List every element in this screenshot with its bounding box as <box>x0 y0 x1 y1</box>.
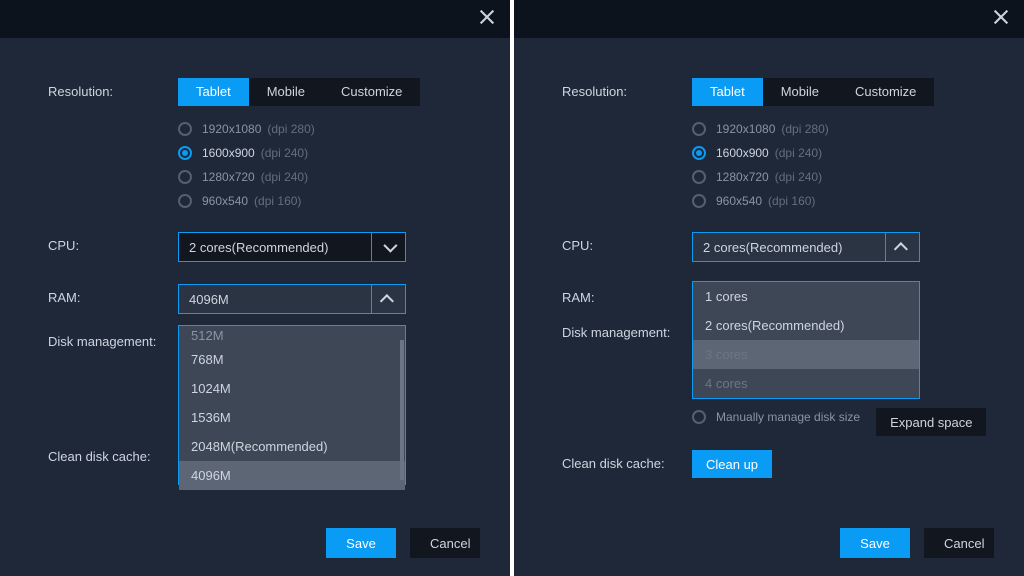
tab-customize[interactable]: Customize <box>323 78 420 106</box>
ram-dropdown: 512M 768M 1024M 1536M 2048M(Recommended)… <box>178 325 406 485</box>
cpu-select-value: 2 cores(Recommended) <box>189 240 328 255</box>
title-bar <box>514 0 1024 38</box>
ram-option[interactable]: 768M <box>179 345 405 374</box>
cpu-label: CPU: <box>562 232 692 253</box>
tab-mobile[interactable]: Mobile <box>249 78 323 106</box>
scrollbar[interactable] <box>400 340 404 480</box>
disk-manual-option[interactable]: Manually manage disk size <box>692 410 860 424</box>
resolution-option[interactable]: 1920x1080(dpi 280) <box>692 122 829 136</box>
radio-icon <box>692 122 706 136</box>
save-button[interactable]: Save <box>326 528 396 558</box>
cpu-select-value: 2 cores(Recommended) <box>703 240 842 255</box>
resolution-tabs: Tablet Mobile Customize <box>178 78 420 106</box>
settings-panel-left: Resolution: Tablet Mobile Customize 1920… <box>0 0 510 576</box>
radio-icon <box>692 170 706 184</box>
ram-option[interactable]: 4096M <box>179 461 405 490</box>
tab-mobile[interactable]: Mobile <box>763 78 837 106</box>
radio-icon <box>692 146 706 160</box>
ram-option[interactable]: 1024M <box>179 374 405 403</box>
chevron-up-icon <box>379 294 393 308</box>
tab-customize[interactable]: Customize <box>837 78 934 106</box>
tab-tablet[interactable]: Tablet <box>178 78 249 106</box>
resolution-options: 1920x1080(dpi 280) 1600x900(dpi 240) 128… <box>178 120 315 218</box>
close-icon[interactable] <box>992 8 1010 26</box>
cpu-option[interactable]: 2 cores(Recommended) <box>693 311 919 340</box>
resolution-option[interactable]: 1280x720(dpi 240) <box>692 170 829 184</box>
resolution-label: Resolution: <box>562 78 692 99</box>
cancel-button[interactable]: Cancel <box>410 528 480 558</box>
settings-panel-right: Resolution: Tablet Mobile Customize 1920… <box>514 0 1024 576</box>
ram-label: RAM: <box>48 284 178 305</box>
tab-tablet[interactable]: Tablet <box>692 78 763 106</box>
resolution-tabs: Tablet Mobile Customize <box>692 78 934 106</box>
ram-option[interactable]: 2048M(Recommended) <box>179 432 405 461</box>
resolution-option[interactable]: 1280x720(dpi 240) <box>178 170 315 184</box>
radio-icon <box>178 170 192 184</box>
resolution-option[interactable]: 1600x900(dpi 240) <box>692 146 829 160</box>
expand-space-button[interactable]: Expand space <box>876 408 986 436</box>
resolution-option[interactable]: 960x540(dpi 160) <box>692 194 829 208</box>
radio-icon <box>178 122 192 136</box>
radio-icon <box>692 194 706 208</box>
cpu-option[interactable]: 3 cores <box>693 340 919 369</box>
ram-select-value: 4096M <box>189 292 229 307</box>
cpu-dropdown: 1 cores 2 cores(Recommended) 3 cores 4 c… <box>692 281 920 399</box>
disk-label: Disk management: <box>48 328 178 349</box>
disk-label: Disk management: <box>562 319 692 340</box>
resolution-label: Resolution: <box>48 78 178 99</box>
cpu-label: CPU: <box>48 232 178 253</box>
resolution-option[interactable]: 1920x1080(dpi 280) <box>178 122 315 136</box>
radio-icon <box>692 410 706 424</box>
cache-label: Clean disk cache: <box>562 450 692 471</box>
chevron-down-icon <box>383 239 397 253</box>
radio-icon <box>178 194 192 208</box>
cpu-select[interactable]: 2 cores(Recommended) <box>692 232 920 262</box>
resolution-option[interactable]: 1600x900(dpi 240) <box>178 146 315 160</box>
resolution-option[interactable]: 960x540(dpi 160) <box>178 194 315 208</box>
ram-option[interactable]: 1536M <box>179 403 405 432</box>
clean-up-button[interactable]: Clean up <box>692 450 772 478</box>
ram-option[interactable]: 512M <box>179 326 405 345</box>
cpu-option[interactable]: 4 cores <box>693 369 919 398</box>
resolution-options: 1920x1080(dpi 280) 1600x900(dpi 240) 128… <box>692 120 829 218</box>
chevron-up-icon <box>893 242 907 256</box>
cpu-option[interactable]: 1 cores <box>693 282 919 311</box>
dialog-footer: Save Cancel <box>840 528 994 558</box>
cancel-button[interactable]: Cancel <box>924 528 994 558</box>
cache-label: Clean disk cache: <box>48 443 178 464</box>
ram-select[interactable]: 4096M <box>178 284 406 314</box>
cpu-select[interactable]: 2 cores(Recommended) <box>178 232 406 262</box>
dialog-footer: Save Cancel <box>326 528 480 558</box>
close-icon[interactable] <box>478 8 496 26</box>
radio-icon <box>178 146 192 160</box>
save-button[interactable]: Save <box>840 528 910 558</box>
ram-label: RAM: <box>562 284 692 305</box>
title-bar <box>0 0 510 38</box>
